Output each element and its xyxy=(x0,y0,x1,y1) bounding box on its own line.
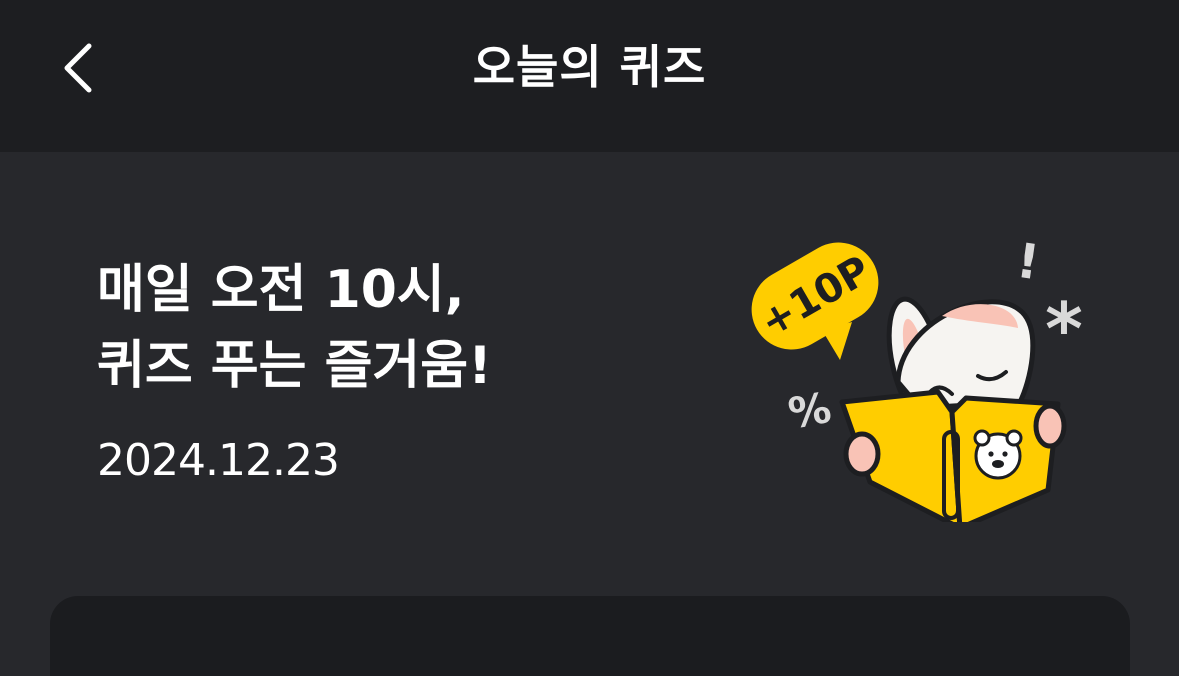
hero-title-line1: 매일 오전 10시, xyxy=(97,260,465,320)
points-badge: +10P xyxy=(751,242,879,360)
hero-title-line2: 퀴즈 푸는 즐거움! xyxy=(97,336,492,396)
quiz-card xyxy=(50,596,1130,676)
percent-icon: % xyxy=(785,383,835,439)
asterisk-icon: * xyxy=(1045,287,1083,371)
exclamation-icon: ! xyxy=(1013,233,1042,292)
book xyxy=(839,389,1067,522)
rabbit-reading-book-illustration: +10P ! * % xyxy=(751,233,1083,522)
hero-title: 매일 오전 10시, 퀴즈 푸는 즐거움! xyxy=(97,252,492,404)
quiz-hero-banner: 매일 오전 10시, 퀴즈 푸는 즐거움! 2024.12.23 +10P ! … xyxy=(0,152,1179,676)
bear-logo xyxy=(973,429,1023,480)
top-app-bar: 오늘의 퀴즈 xyxy=(0,0,1179,152)
page-title: 오늘의 퀴즈 xyxy=(472,40,707,94)
quiz-date: 2024.12.23 xyxy=(97,435,340,486)
